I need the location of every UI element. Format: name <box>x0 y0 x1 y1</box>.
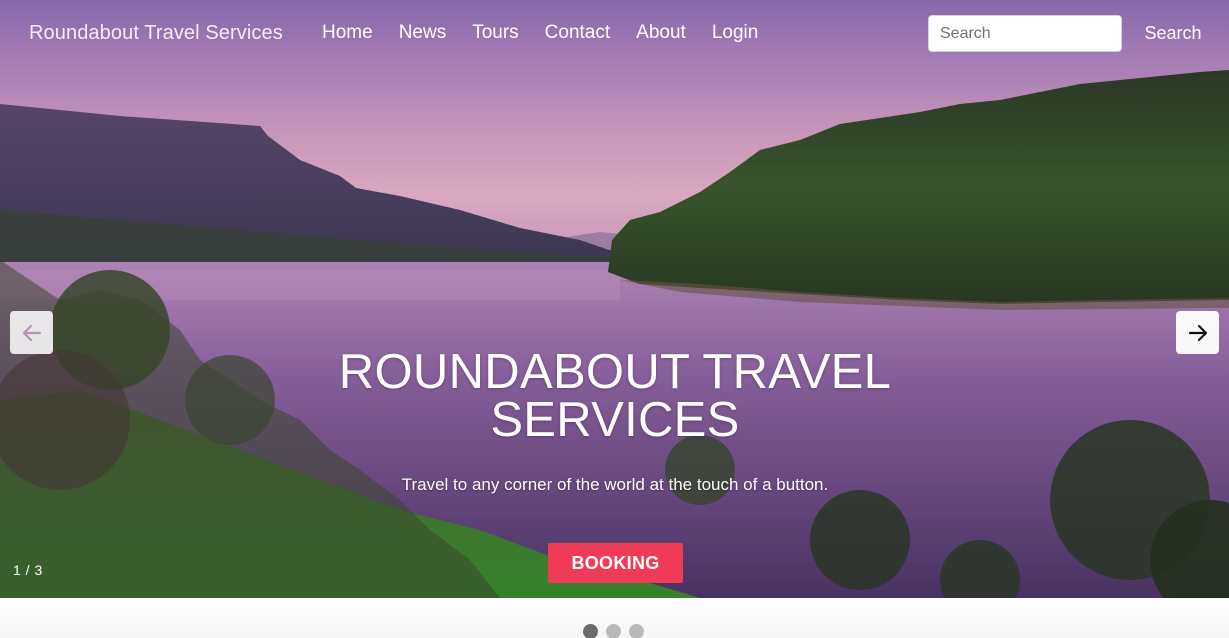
hero-background-image <box>0 0 1229 598</box>
booking-button[interactable]: BOOKING <box>548 543 683 583</box>
carousel-indicator-3[interactable] <box>629 624 644 638</box>
search-button[interactable]: Search <box>1134 15 1212 52</box>
nav-link-tours[interactable]: Tours <box>472 22 518 44</box>
carousel-indicator-1[interactable] <box>583 624 598 638</box>
nav-link-home[interactable]: Home <box>322 22 373 44</box>
carousel-indicator-2[interactable] <box>606 624 621 638</box>
hero-carousel: Roundabout Travel Services Home News Tou… <box>0 0 1229 598</box>
carousel-caption: ROUNDABOUT TRAVEL SERVICES Travel to any… <box>215 348 1015 495</box>
arrow-right-icon <box>1188 324 1207 341</box>
page: Roundabout Travel Services Home News Tou… <box>0 0 1229 638</box>
arrow-left-icon <box>22 324 41 341</box>
carousel-prev-button[interactable] <box>10 311 53 354</box>
navbar: Roundabout Travel Services Home News Tou… <box>0 0 1229 66</box>
carousel-next-button[interactable] <box>1176 311 1219 354</box>
nav-link-about[interactable]: About <box>636 22 686 44</box>
nav-links: Home News Tours Contact About Login <box>322 22 784 44</box>
nav-link-contact[interactable]: Contact <box>545 22 610 44</box>
carousel-subtitle: Travel to any corner of the world at the… <box>401 475 829 494</box>
nav-link-news[interactable]: News <box>399 22 447 44</box>
slide-counter: 1 / 3 <box>13 562 43 578</box>
carousel-indicators <box>583 624 644 638</box>
brand-logo-text[interactable]: Roundabout Travel Services <box>29 22 283 45</box>
nav-link-login[interactable]: Login <box>712 22 759 44</box>
carousel-title: ROUNDABOUT TRAVEL SERVICES <box>338 345 892 447</box>
search-input[interactable] <box>928 15 1122 52</box>
